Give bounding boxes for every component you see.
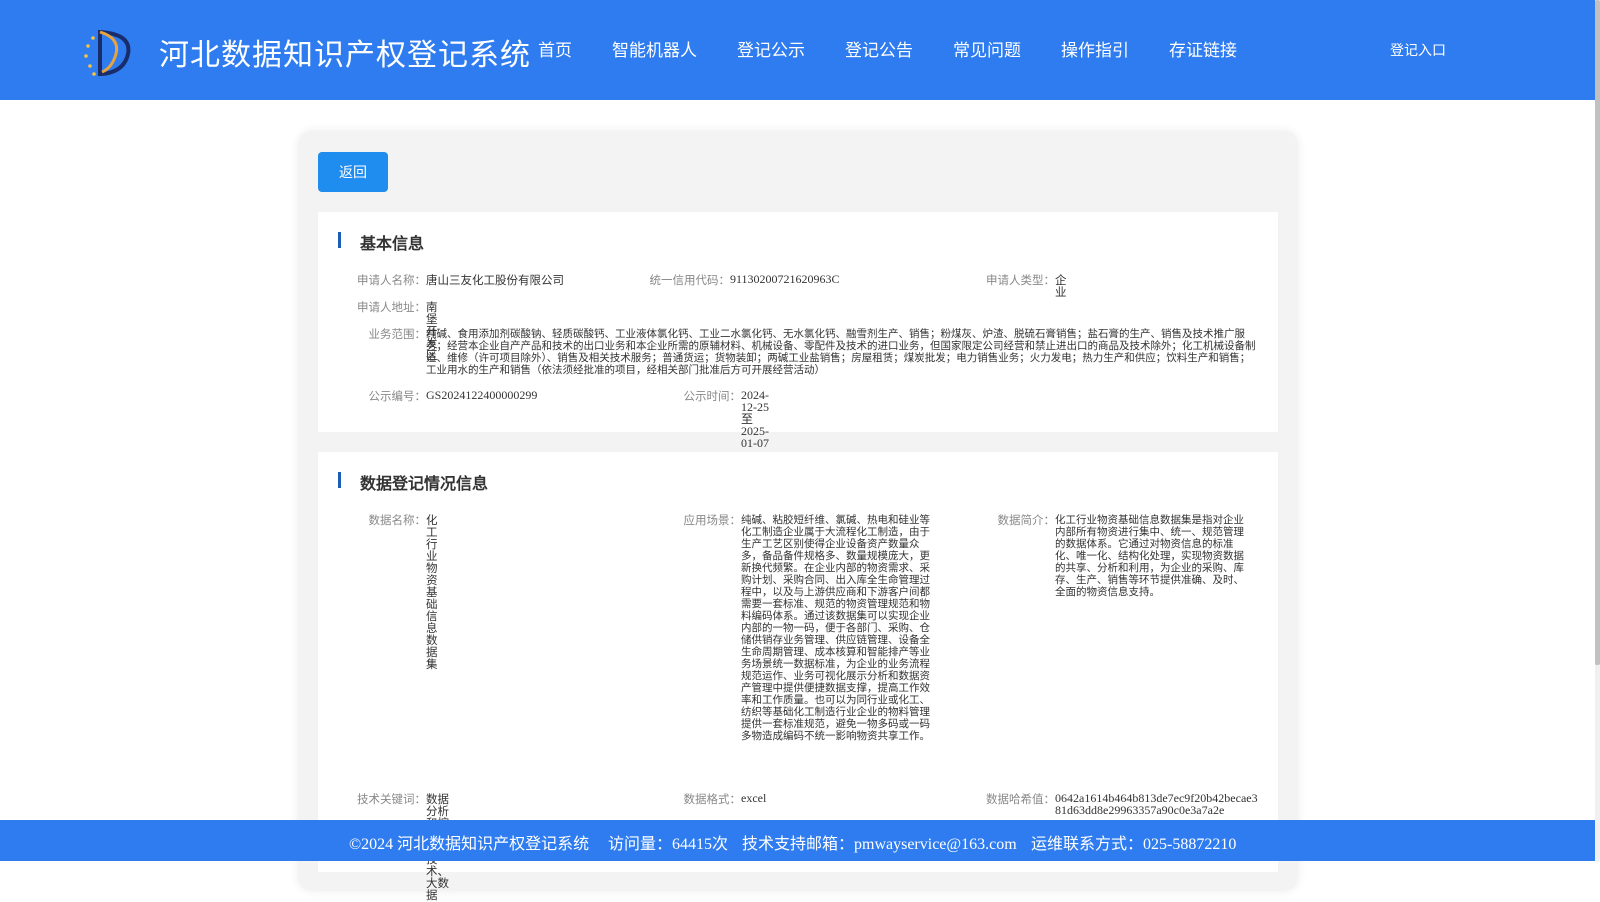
pub-no-value: GS2024122400000299 (426, 388, 538, 402)
footer-email: 技术支持邮箱：pmwayservice@163.com (742, 836, 1017, 853)
credit-code-value: 91130200721620963C (730, 272, 840, 286)
footer-phone: 运维联系方式：025-58872210 (1031, 836, 1237, 853)
business-scope-value: 纯碱、食用添加剂碳酸钠、轻质碳酸钙、工业液体氯化钙、工业二水氯化钙、无水氯化钙、… (426, 328, 1256, 376)
pub-no-label: 公示编号： (368, 389, 427, 403)
page-scrollbar[interactable] (1595, 0, 1600, 861)
nav-robot[interactable]: 智能机器人 (612, 36, 697, 61)
pub-time-label: 公示时间： (683, 389, 742, 403)
business-scope-label: 业务范围： (368, 327, 427, 341)
nav-announcement[interactable]: 登记公告 (845, 36, 913, 61)
back-button[interactable]: 返回 (318, 152, 388, 192)
basic-info-title: 基本信息 (338, 230, 424, 254)
intro-value: 化工行业物资基础信息数据集是指对企业内部所有物资进行集中、统一、规范管理的数据体… (1055, 514, 1244, 598)
format-label: 数据格式： (683, 792, 742, 806)
applicant-name-value: 唐山三友化工股份有限公司 (426, 273, 564, 287)
data-registration-card: 数据登记情况信息 数据名称： 化工行业物资基础信息数据集 应用场景： 纯碱、粘胶… (318, 452, 1278, 901)
format-value: excel (741, 791, 767, 805)
scenario-value: 纯碱、粘胶短纤维、氯碱、热电和硅业等化工制造企业属于大流程化工制造，由于生产工艺… (741, 514, 930, 742)
address-label: 申请人地址： (357, 300, 426, 314)
data-name-label: 数据名称： (368, 513, 427, 527)
nav-home[interactable]: 首页 (538, 36, 572, 61)
header: 河北数据知识产权登记系统 首页 智能机器人 登记公示 登记公告 常见问题 操作指… (0, 0, 1595, 100)
login-link[interactable]: 登记入口 (1390, 40, 1446, 60)
site-title: 河北数据知识产权登记系统 (159, 38, 531, 73)
applicant-type-value: 企业 (1055, 273, 1067, 299)
scenario-label: 应用场景： (683, 513, 742, 527)
logo-icon (84, 30, 131, 76)
detail-panel: 返回 基本信息 申请人名称： 唐山三友化工股份有限公司 统一信用代码： 9113… (298, 131, 1298, 901)
nav-evidence-link[interactable]: 存证链接 (1169, 36, 1237, 61)
intro-label: 数据简介： (997, 513, 1056, 527)
footer: ©2024 河北数据知识产权登记系统 访问量：64415次 技术支持邮箱：pmw… (0, 820, 1595, 861)
applicant-type-label: 申请人类型： (986, 273, 1055, 287)
pub-time-value: 2024-12-25至2025-01-07 (741, 388, 769, 450)
nav-guide[interactable]: 操作指引 (1061, 36, 1129, 61)
nav-publicity[interactable]: 登记公示 (737, 36, 805, 61)
credit-code-label: 统一信用代码： (649, 273, 731, 287)
applicant-name-label: 申请人名称： (357, 273, 426, 287)
data-name-value: 化工行业物资基础信息数据集 (426, 513, 438, 671)
keywords-label: 技术关键词： (357, 792, 426, 806)
footer-visits: 访问量：64415次 (608, 836, 729, 853)
hash-label: 数据哈希值： (986, 792, 1055, 806)
data-registration-title: 数据登记情况信息 (338, 470, 488, 494)
basic-info-card: 基本信息 申请人名称： 唐山三友化工股份有限公司 统一信用代码： 9113020… (318, 212, 1278, 449)
scrollbar-thumb[interactable] (1595, 0, 1600, 665)
nav-faq[interactable]: 常见问题 (953, 36, 1021, 61)
hash-value: 0642a1614b464b813de7ec9f20b42becae381d63… (1055, 791, 1258, 817)
footer-copyright: ©2024 河北数据知识产权登记系统 (349, 836, 590, 853)
